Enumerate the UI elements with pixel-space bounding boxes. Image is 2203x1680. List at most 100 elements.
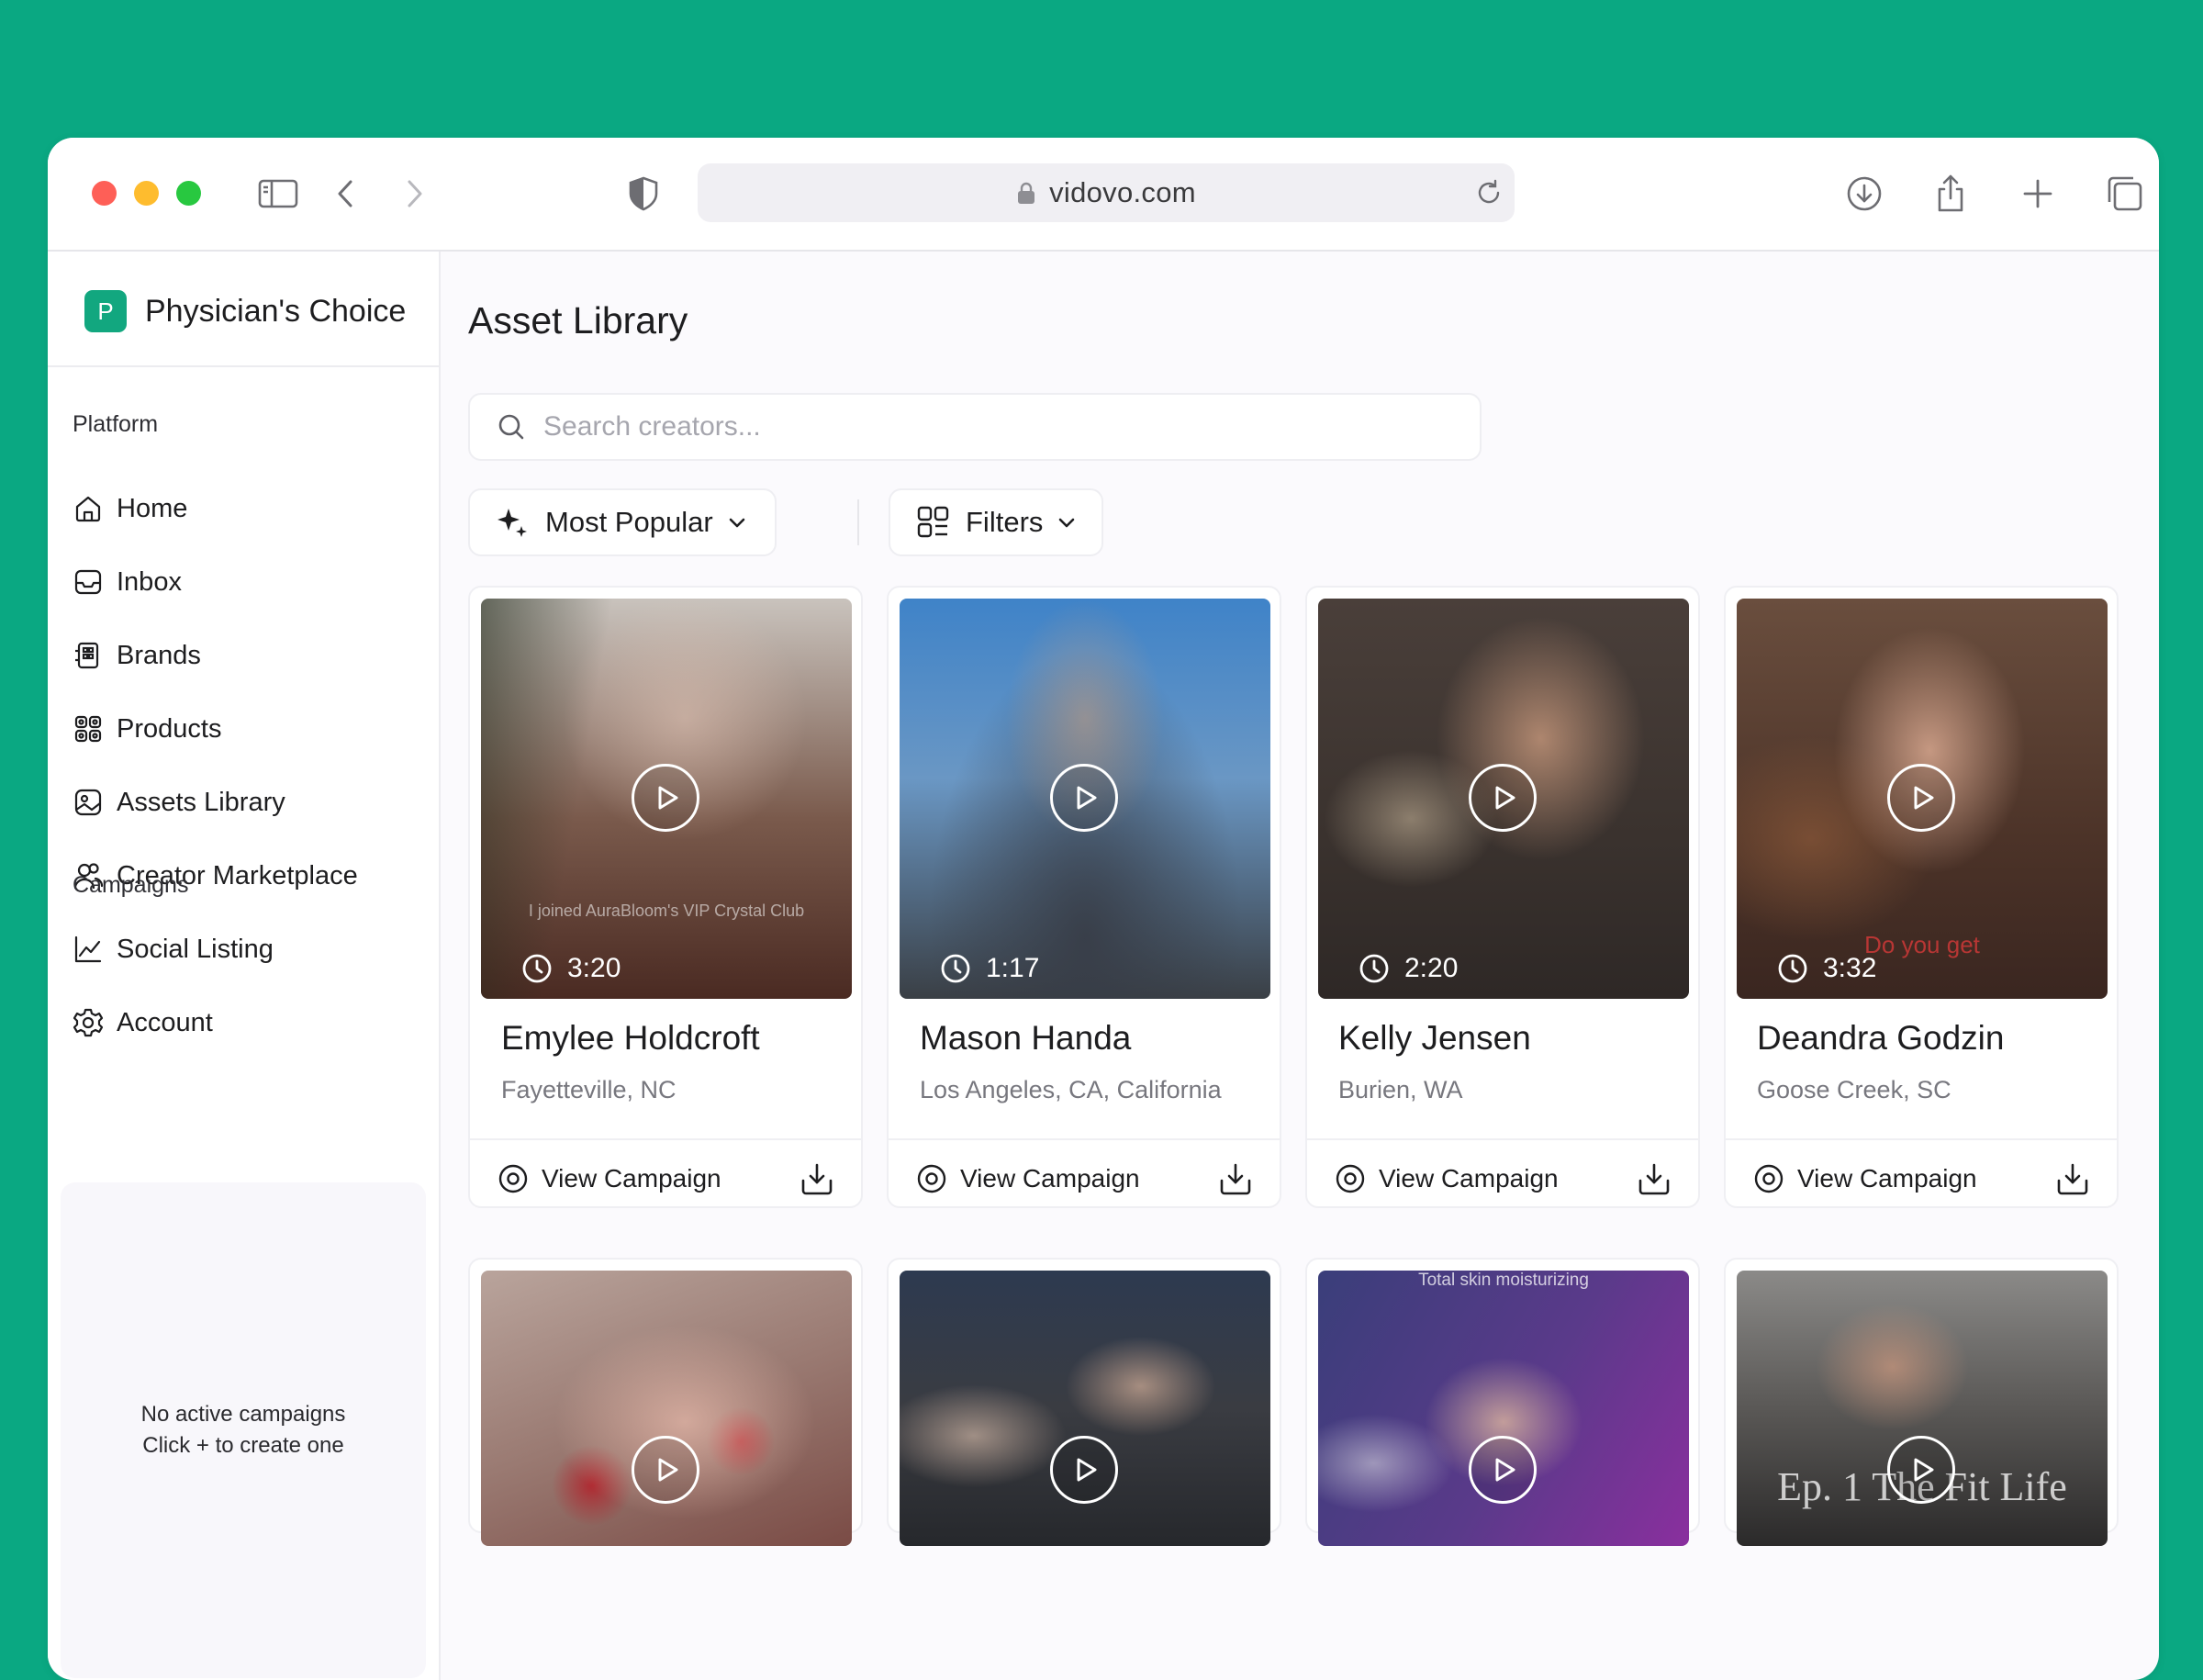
view-campaign-button[interactable]: View Campaign <box>916 1159 1140 1199</box>
zoom-window-button[interactable] <box>176 181 201 206</box>
brand-name: Physician's Choice <box>145 293 407 329</box>
eye-icon <box>1336 1164 1365 1193</box>
sidebar-item-inbox[interactable]: Inbox <box>73 545 358 619</box>
sidebar-item-social-listing[interactable]: Social Listing <box>73 913 358 986</box>
video-thumbnail[interactable]: Ep. 1 The Fit Life <box>1737 1271 2108 1546</box>
empty-state-title: No active campaigns <box>140 1402 346 1427</box>
sidebar-item-account[interactable]: Account <box>73 986 358 1059</box>
download-icon[interactable] <box>799 1160 835 1197</box>
view-campaign-button[interactable]: View Campaign <box>498 1159 721 1199</box>
duration-text: 2:20 <box>1404 953 1459 983</box>
lock-icon <box>1018 182 1035 204</box>
download-icon[interactable] <box>2054 1160 2091 1197</box>
video-thumbnail[interactable] <box>481 1271 852 1546</box>
sidebar-item-label: Products <box>117 713 222 744</box>
page-title: Asset Library <box>468 299 688 342</box>
play-button[interactable] <box>1887 764 1955 832</box>
clock-icon <box>1778 954 1807 983</box>
inbox-icon <box>74 569 102 595</box>
download-icon[interactable] <box>1217 1160 1254 1197</box>
video-thumbnail[interactable]: 1:17 <box>900 599 1270 999</box>
reload-icon[interactable] <box>1472 176 1505 209</box>
view-campaign-button[interactable]: View Campaign <box>1753 1159 1977 1199</box>
eye-icon <box>498 1164 528 1193</box>
play-button[interactable] <box>1887 1436 1955 1504</box>
duration-text: 1:17 <box>986 953 1040 983</box>
divider <box>857 499 859 545</box>
view-campaign-label: View Campaign <box>542 1164 721 1193</box>
sidebar-item-label: Account <box>117 1007 213 1037</box>
browser-window: vidovo.com P Physician's Choice Platform… <box>48 138 2159 1680</box>
video-caption: I joined AuraBloom's VIP Crystal Club <box>528 902 805 920</box>
brand[interactable]: P Physician's Choice <box>84 288 406 334</box>
sidebar-item-label: Home <box>117 493 188 523</box>
asset-card: Ep. 1 The Fit Life <box>1724 1258 2119 1546</box>
sidebar-item-brands[interactable]: Brands <box>73 619 358 692</box>
play-button[interactable] <box>632 1436 699 1504</box>
sidebar-item-home[interactable]: Home <box>73 472 358 545</box>
video-duration: 3:20 <box>521 953 621 984</box>
video-duration: 3:32 <box>1777 953 1876 984</box>
download-icon[interactable] <box>1636 1160 1672 1197</box>
play-button[interactable] <box>1050 1436 1118 1504</box>
play-button[interactable] <box>1050 764 1118 832</box>
sort-label: Most Popular <box>545 506 713 538</box>
divider <box>48 365 439 367</box>
view-campaign-label: View Campaign <box>1379 1164 1559 1193</box>
sort-dropdown[interactable]: Most Popular <box>468 488 777 556</box>
creator-name: Deandra Godzin <box>1757 1019 2005 1057</box>
new-tab-icon[interactable] <box>2015 171 2061 217</box>
duration-text: 3:32 <box>1823 953 1877 983</box>
view-campaign-button[interactable]: View Campaign <box>1335 1159 1559 1199</box>
platform-section-label: Platform <box>73 411 159 437</box>
play-button[interactable] <box>632 764 699 832</box>
sidebar-item-products[interactable]: Products <box>73 692 358 766</box>
sidebar-toggle-icon[interactable] <box>255 171 301 217</box>
back-arrow-icon[interactable] <box>323 171 369 217</box>
duration-text: 3:20 <box>567 953 621 983</box>
privacy-shield-icon[interactable] <box>621 171 666 217</box>
view-campaign-label: View Campaign <box>1797 1164 1977 1193</box>
video-thumbnail[interactable]: Do you get 3:32 <box>1737 599 2108 999</box>
home-icon <box>75 496 101 522</box>
sidebar-item-label: Assets Library <box>117 787 285 817</box>
video-duration: 1:17 <box>940 953 1039 984</box>
video-duration: 2:20 <box>1359 953 1458 984</box>
share-icon[interactable] <box>1928 171 1974 217</box>
clock-icon <box>1359 954 1389 983</box>
search-bar[interactable] <box>468 393 1482 461</box>
play-button[interactable] <box>1469 764 1537 832</box>
search-icon <box>498 414 524 440</box>
close-window-button[interactable] <box>92 181 117 206</box>
eye-icon <box>1754 1164 1784 1193</box>
campaigns-section-label: Campaigns <box>73 872 189 898</box>
video-thumbnail[interactable]: Total skin moisturizing <box>1318 1271 1689 1546</box>
video-thumbnail[interactable]: I joined AuraBloom's VIP Crystal Club 3:… <box>481 599 852 999</box>
filter-grid-icon <box>917 506 949 538</box>
sidebar-item-assets-library[interactable]: Assets Library <box>73 766 358 839</box>
video-thumbnail[interactable]: 2:20 <box>1318 599 1689 999</box>
filters-dropdown[interactable]: Filters <box>889 488 1103 556</box>
brands-icon <box>75 642 99 669</box>
creator-location: Los Angeles, CA, California <box>920 1076 1222 1103</box>
asset-card <box>887 1258 1281 1546</box>
minimize-window-button[interactable] <box>134 181 159 206</box>
downloads-icon[interactable] <box>1841 171 1887 217</box>
play-button[interactable] <box>1469 1436 1537 1504</box>
search-input[interactable] <box>542 410 1371 443</box>
tab-overview-icon[interactable] <box>2102 171 2148 217</box>
forward-arrow-icon[interactable] <box>391 171 437 217</box>
sidebar-item-label: Brands <box>117 640 201 670</box>
asset-card: 2:20 Kelly Jensen Burien, WA View Campai… <box>1305 586 1700 1208</box>
asset-card: 1:17 Mason Handa Los Angeles, CA, Califo… <box>887 586 1281 1208</box>
creator-name: Mason Handa <box>920 1019 1132 1057</box>
empty-state-hint: Click + to create one <box>142 1433 344 1458</box>
address-bar[interactable]: vidovo.com <box>698 163 1515 222</box>
play-icon <box>1914 786 1934 810</box>
divider <box>1726 1138 2117 1140</box>
video-thumbnail[interactable] <box>900 1271 1270 1546</box>
chart-icon <box>74 935 102 963</box>
sidebar-item-label: Inbox <box>117 566 182 597</box>
play-icon <box>1077 786 1097 810</box>
asset-card <box>468 1258 863 1546</box>
